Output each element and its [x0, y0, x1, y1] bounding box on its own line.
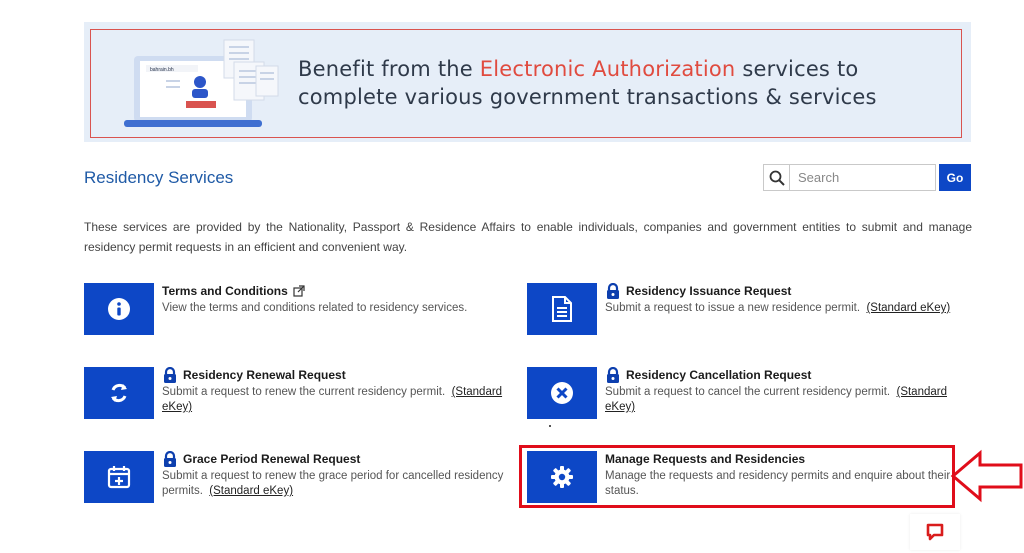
info-icon [108, 298, 130, 320]
service-desc-text: Submit a request to issue a new residenc… [605, 302, 861, 314]
service-residency-issuance[interactable]: Residency Issuance Request Submit a requ… [527, 283, 957, 335]
search-box [763, 164, 936, 191]
service-title[interactable]: Terms and Conditions [162, 283, 288, 299]
standard-ekey-link[interactable]: (Standard eKey) [866, 302, 950, 314]
lock-icon [607, 367, 619, 383]
service-tile[interactable] [84, 283, 154, 335]
search-icon [764, 165, 790, 190]
lock-icon [164, 451, 176, 467]
lock-icon [164, 367, 176, 383]
service-tile[interactable] [84, 451, 154, 503]
service-description: Submit a request to cancel the current r… [605, 385, 947, 415]
service-tile[interactable] [527, 283, 597, 335]
highlight-box [519, 445, 955, 508]
document-icon [552, 296, 572, 322]
service-title[interactable]: Grace Period Renewal Request [183, 451, 360, 467]
service-desc-text: Submit a request to renew the current re… [162, 386, 446, 398]
banner-text-accent: Electronic Authorization [479, 57, 736, 81]
service-title[interactable]: Residency Issuance Request [626, 283, 791, 299]
service-terms-and-conditions[interactable]: Terms and Conditions View the terms and … [84, 283, 514, 335]
service-tile[interactable] [84, 367, 154, 419]
service-desc-text: Submit a request to cancel the current r… [605, 386, 891, 398]
page-title: Residency Services [84, 168, 234, 187]
calendar-plus-icon [107, 466, 131, 489]
service-title-row[interactable]: Residency Cancellation Request [605, 367, 957, 383]
banner-mini-brand: bahrain.bh [150, 67, 174, 73]
service-title[interactable]: Residency Renewal Request [183, 367, 346, 383]
banner-text-pre: Benefit from the [298, 57, 480, 81]
service-residency-renewal[interactable]: Residency Renewal Request Submit a reque… [84, 367, 514, 419]
cancel-icon [551, 382, 573, 404]
service-title-row[interactable]: Residency Renewal Request [162, 367, 514, 383]
renew-icon [111, 383, 127, 403]
service-description: Submit a request to renew the current re… [162, 385, 504, 415]
service-title-row[interactable]: Residency Issuance Request [605, 283, 957, 299]
service-description: Submit a request to renew the grace peri… [162, 469, 504, 499]
service-desc-text: View the terms and conditions related to… [162, 302, 468, 314]
service-title[interactable]: Residency Cancellation Request [626, 367, 811, 383]
service-description: View the terms and conditions related to… [162, 301, 514, 316]
banner-text-post: services to [735, 57, 859, 81]
stray-dot [549, 425, 551, 427]
service-title-row[interactable]: Terms and Conditions [162, 283, 514, 299]
service-tile[interactable] [527, 367, 597, 419]
banner-text-line2: complete various government transactions… [298, 85, 877, 109]
banner-headline: Benefit from the Electronic Authorizatio… [298, 55, 877, 111]
left-arrow-icon [950, 449, 1023, 503]
service-residency-cancellation[interactable]: Residency Cancellation Request Submit a … [527, 367, 957, 419]
service-grace-period-renewal[interactable]: Grace Period Renewal Request Submit a re… [84, 451, 514, 503]
go-button[interactable]: Go [939, 164, 971, 191]
chat-icon [926, 523, 944, 541]
service-description: Submit a request to issue a new residenc… [605, 301, 957, 316]
lock-icon [607, 283, 619, 299]
page-intro: These services are provided by the Natio… [84, 220, 972, 254]
external-link-icon [293, 285, 305, 297]
laptop-illustration: bahrain.bh [124, 39, 279, 127]
service-title-row[interactable]: Grace Period Renewal Request [162, 451, 514, 467]
standard-ekey-link[interactable]: (Standard eKey) [209, 485, 293, 497]
chat-widget-button[interactable] [910, 514, 960, 550]
search-input[interactable] [790, 170, 930, 185]
promo-banner[interactable]: bahrain.bh Benefit from the Electronic A… [84, 22, 971, 142]
